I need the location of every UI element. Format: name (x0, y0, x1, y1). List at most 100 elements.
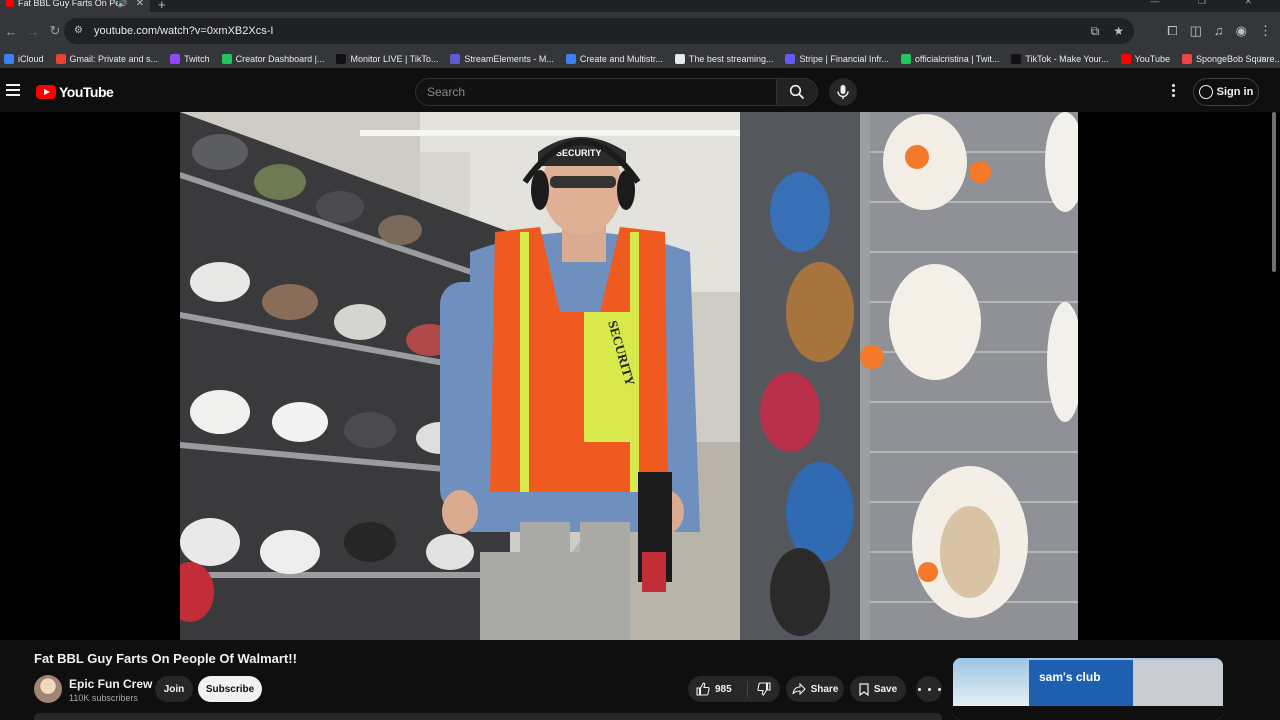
sign-in-button[interactable]: Sign in (1193, 78, 1259, 106)
bookmark-item[interactable]: officialcristina | Twit... (900, 54, 1000, 64)
bookmark-label: SpongeBob Square... (1195, 54, 1280, 64)
youtube-play-icon (36, 85, 56, 99)
join-button[interactable]: Join (155, 676, 193, 702)
close-tab-icon[interactable]: ✕ (136, 0, 144, 9)
bookmark-label: Stripe | Financial Infr... (799, 54, 889, 64)
bookmark-favicon-icon (336, 54, 347, 64)
youtube-wordmark: YouTube (59, 84, 114, 100)
like-dislike-group: 985 (688, 676, 780, 702)
ad-card[interactable]: sam's club (953, 658, 1223, 720)
bookmark-item[interactable]: Stripe | Financial Infr... (785, 54, 889, 64)
bookmark-item[interactable]: Monitor LIVE | TikTo... (336, 54, 438, 64)
save-label: Save (873, 683, 898, 695)
window-controls[interactable]: — ❐ ✕ (1150, 0, 1270, 7)
browser-menu-icon[interactable]: ⋮ (1259, 23, 1272, 39)
bookmark-favicon-icon (565, 54, 576, 64)
bookmark-label: TikTok - Make Your... (1025, 54, 1109, 64)
bookmark-label: StreamElements - M... (464, 54, 554, 64)
bookmark-label: Create and Multistr... (579, 54, 663, 64)
search-button[interactable] (776, 78, 818, 106)
new-tab-button[interactable]: + (158, 0, 166, 12)
install-app-icon[interactable]: ⧉ (1091, 24, 1100, 39)
bookmark-item[interactable]: The best streaming... (674, 54, 774, 64)
bookmark-favicon-icon (1181, 54, 1192, 64)
tab-title: Fat BBL Guy Farts On People (18, 0, 118, 8)
video-scene: SECURITY SECURITY (180, 112, 1078, 640)
thumbs-down-icon (757, 682, 771, 696)
bookmarks-bar: iCloud Gmail: Private and s... Twitch Creat… (0, 50, 1280, 68)
back-icon[interactable]: ← (0, 24, 22, 39)
search-input[interactable] (427, 85, 776, 99)
bookmark-item[interactable]: Create and Multistr... (565, 54, 663, 64)
video-frame[interactable]: SECURITY SECURITY (180, 112, 1078, 640)
bookmark-label: officialcristina | Twit... (914, 54, 1000, 64)
bookmark-icon (859, 682, 869, 696)
share-label: Share (810, 683, 839, 695)
media-icon[interactable]: ♫ (1214, 23, 1224, 39)
youtube-logo[interactable]: YouTube (36, 84, 114, 100)
bookmark-item[interactable]: StreamElements - M... (450, 54, 554, 64)
site-info-icon[interactable]: ⚙ (74, 25, 86, 37)
forward-icon[interactable]: → (22, 24, 44, 39)
youtube-favicon-icon (6, 0, 14, 7)
url-text[interactable]: youtube.com/watch?v=0xmXB2Xcs-I (94, 25, 273, 37)
bookmark-favicon-icon (450, 54, 461, 64)
share-button[interactable]: Share (786, 676, 844, 702)
bookmark-item[interactable]: TikTok - Make Your... (1011, 54, 1109, 64)
extensions-icon[interactable]: ⧠ (1167, 23, 1177, 39)
split-view-icon[interactable]: ◫ (1190, 23, 1202, 39)
channel-name[interactable]: Epic Fun Crew (69, 677, 152, 691)
bookmark-label: Monitor LIVE | TikTo... (350, 54, 439, 64)
bookmark-favicon-icon (785, 54, 796, 64)
search-icon (789, 84, 805, 100)
profile-icon[interactable]: ◉ (1236, 23, 1247, 39)
channel-avatar[interactable] (34, 675, 62, 703)
bookmark-item[interactable]: Twitch (170, 54, 210, 64)
bookmark-item[interactable]: Gmail: Private and s... (55, 54, 159, 64)
save-button[interactable]: Save (850, 676, 906, 702)
bookmark-item[interactable]: SpongeBob Square... (1181, 54, 1280, 64)
thumbs-up-icon (696, 682, 710, 696)
bookmark-star-icon[interactable]: ★ (1113, 24, 1124, 39)
search-box[interactable] (415, 78, 777, 106)
video-title: Fat BBL Guy Farts On People Of Walmart!! (34, 651, 297, 666)
like-button[interactable]: 985 (688, 681, 748, 697)
browser-tab[interactable]: Fat BBL Guy Farts On People 🔊 ✕ (0, 0, 150, 12)
more-actions-button[interactable] (916, 676, 942, 702)
description-box[interactable] (34, 713, 942, 720)
subscriber-count: 110K subscribers (69, 693, 138, 703)
address-bar[interactable]: ⚙ youtube.com/watch?v=0xmXB2Xcs-I ⧉ ★ (64, 18, 1134, 44)
more-bookmarks-icon[interactable]: » (1258, 53, 1264, 64)
bookmark-item[interactable]: iCloud (4, 54, 44, 64)
browser-toolbar: ← → ↻ ⚙ youtube.com/watch?v=0xmXB2Xcs-I … (0, 12, 1280, 50)
bookmark-label: Gmail: Private and s... (69, 54, 159, 64)
speaker-icon: 🔊 (117, 0, 128, 8)
like-count: 985 (715, 683, 732, 695)
bookmark-favicon-icon (1120, 54, 1131, 64)
video-player[interactable]: SECURITY SECURITY (0, 112, 1280, 640)
dislike-button[interactable] (748, 682, 780, 696)
bookmark-item[interactable]: Creator Dashboard |... (221, 54, 325, 64)
microphone-icon (837, 85, 849, 99)
bookmark-favicon-icon (170, 54, 181, 64)
bookmark-label: Creator Dashboard |... (235, 54, 325, 64)
youtube-masthead: YouTube Sign in (0, 72, 1280, 112)
account-icon (1198, 85, 1213, 99)
bookmark-label: YouTube (1134, 54, 1170, 64)
browser-tabstrip: Fat BBL Guy Farts On People 🔊 ✕ + — ❐ ✕ (0, 0, 1280, 12)
share-icon (792, 683, 806, 695)
settings-menu-icon[interactable] (1168, 84, 1178, 99)
subscribe-button[interactable]: Subscribe (198, 676, 262, 702)
bookmark-favicon-icon (1011, 54, 1022, 64)
bookmark-favicon-icon (900, 54, 911, 64)
reload-icon[interactable]: ↻ (44, 23, 66, 39)
menu-icon[interactable] (6, 84, 20, 99)
bookmark-favicon-icon (55, 54, 66, 64)
bookmark-favicon-icon (4, 54, 14, 64)
bookmark-label: Twitch (184, 54, 210, 64)
bookmark-item[interactable]: YouTube (1120, 54, 1170, 64)
bookmark-label: The best streaming... (688, 54, 774, 64)
voice-search-button[interactable] (829, 78, 857, 106)
page-scrollbar[interactable] (1272, 112, 1276, 272)
ad-logo: sam's club (1039, 670, 1101, 684)
